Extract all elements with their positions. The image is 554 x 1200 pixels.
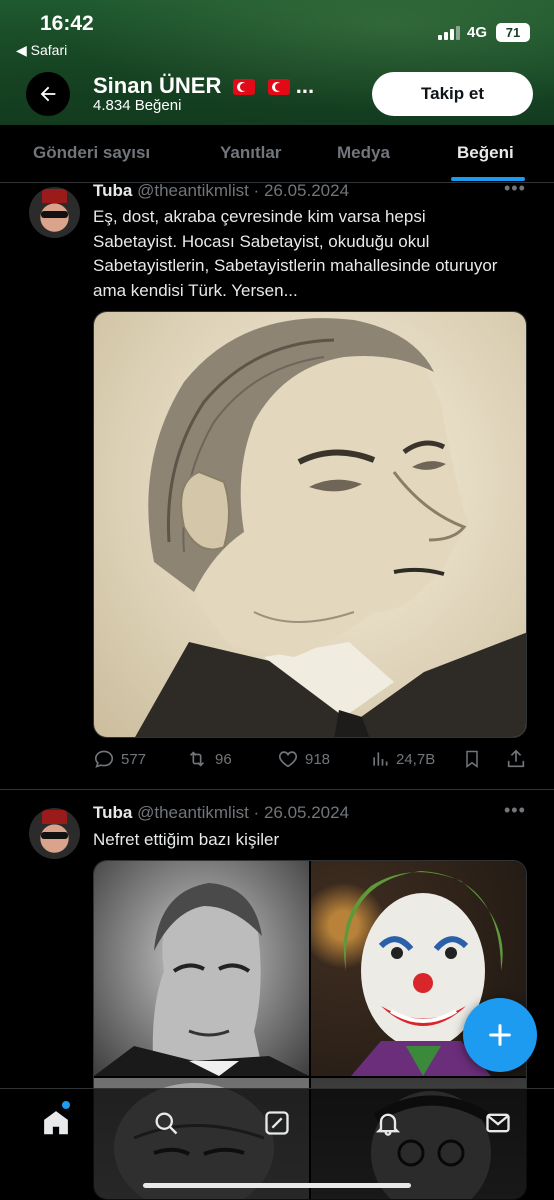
bookmark-button[interactable] <box>462 748 482 770</box>
portrait-drawing <box>94 312 526 737</box>
post-author[interactable]: Tuba <box>93 181 132 200</box>
plus-icon <box>489 1024 511 1046</box>
post-author[interactable]: Tuba <box>93 803 132 822</box>
status-time: 16:42 <box>40 12 94 35</box>
tab-media[interactable]: Medya <box>337 143 390 163</box>
post-handle-date: @theantikmlist · 26.05.2024 <box>137 181 350 200</box>
bookmark-icon <box>466 750 478 768</box>
nav-search[interactable] <box>150 1107 182 1139</box>
post-text: Nefret ettiğim bazı kişiler <box>93 830 280 849</box>
profile-tabs: Gönderi sayısı Yanıtlar Medya Beğeni <box>0 125 554 183</box>
like-button[interactable]: 918 <box>277 748 330 770</box>
tab-likes[interactable]: Beğeni <box>457 143 514 163</box>
reply-icon <box>94 750 114 768</box>
more-icon[interactable]: ••• <box>504 800 526 821</box>
repost-button[interactable]: 96 <box>185 748 232 770</box>
back-arrow-icon <box>40 86 56 102</box>
post-actions: 577 96 918 24,7B <box>93 748 533 772</box>
name-ellipsis: ... <box>295 73 315 98</box>
profile-like-count: 4.834 Beğeni <box>93 97 182 114</box>
home-icon <box>44 1111 68 1135</box>
tab-posts[interactable]: Gönderi sayısı <box>33 143 150 163</box>
profile-name: Sinan ÜNER ... <box>93 73 314 99</box>
post-divider <box>0 789 554 790</box>
reply-button[interactable]: 577 <box>93 748 146 770</box>
profile-name-text: Sinan ÜNER <box>93 73 222 98</box>
post-image[interactable] <box>93 311 527 738</box>
network-type: 4G <box>467 24 488 41</box>
portrait-sketch <box>135 318 526 737</box>
view-count: 24,7B <box>396 750 436 768</box>
share-button[interactable] <box>505 748 527 770</box>
views-button[interactable]: 24,7B <box>370 748 435 770</box>
compose-post-button[interactable] <box>463 998 537 1072</box>
post-header: Tuba @theantikmlist · 26.05.2024 <box>93 803 349 823</box>
messages-icon <box>486 1113 510 1133</box>
repost-count: 96 <box>215 750 232 768</box>
more-icon[interactable]: ••• <box>504 178 526 199</box>
signal-icon <box>438 26 460 40</box>
battery-indicator: 71 <box>496 23 530 42</box>
turkish-flag-icon <box>267 79 290 96</box>
back-to-safari-link[interactable]: ◀ Safari <box>16 42 67 59</box>
views-icon <box>373 752 388 766</box>
grid-image-1[interactable] <box>94 861 309 1076</box>
like-count: 918 <box>305 750 331 768</box>
repost-icon <box>189 751 205 767</box>
share-icon <box>507 749 525 768</box>
grok-icon <box>265 1111 289 1135</box>
search-icon <box>155 1112 178 1135</box>
post-text: Eş, dost, akraba çevresinde kim varsa he… <box>93 207 498 300</box>
home-indicator[interactable] <box>143 1183 411 1188</box>
nav-grok[interactable] <box>261 1107 293 1139</box>
avatar[interactable] <box>29 808 80 859</box>
nav-home[interactable] <box>40 1107 72 1139</box>
back-button[interactable] <box>26 72 70 116</box>
nav-notifications[interactable] <box>372 1107 404 1139</box>
turkish-flag-icon <box>233 79 256 96</box>
reply-count: 577 <box>121 750 147 768</box>
nav-messages[interactable] <box>482 1107 514 1139</box>
status-bar: 16:42 ◀ Safari 4G 71 <box>0 0 554 64</box>
like-icon <box>278 751 298 768</box>
notifications-icon <box>375 1113 401 1136</box>
avatar[interactable] <box>29 187 80 238</box>
post-handle-date: @theantikmlist · 26.05.2024 <box>137 803 350 822</box>
follow-button[interactable]: Takip et <box>372 72 533 116</box>
home-notification-dot <box>62 1101 70 1109</box>
tab-replies[interactable]: Yanıtlar <box>220 143 281 163</box>
profile-header: 16:42 ◀ Safari 4G 71 Sinan ÜNER ... 4.83… <box>0 0 554 125</box>
post-header: Tuba @theantikmlist · 26.05.2024 <box>93 181 349 201</box>
